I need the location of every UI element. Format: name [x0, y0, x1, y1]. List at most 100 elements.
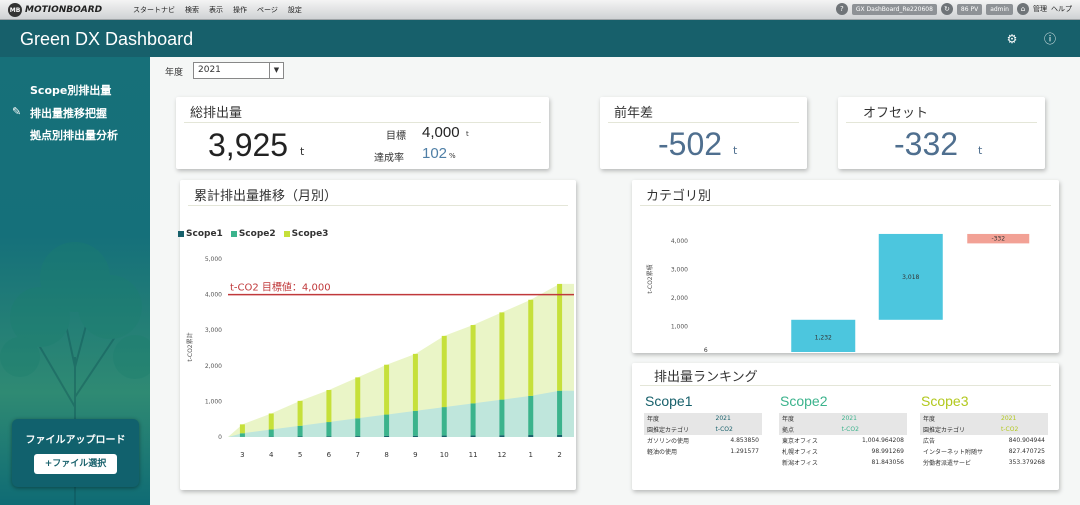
motionboard-logo: MB MOTIONBOARD — [8, 3, 102, 17]
prev-year-diff-card: 前年差 -502 t — [600, 97, 807, 169]
target-unit: t — [466, 130, 469, 138]
help-circle-icon[interactable]: ? — [835, 3, 848, 15]
bar-scope2 — [355, 418, 361, 437]
diff-value: -502 — [658, 126, 723, 162]
bar-scope3 — [499, 312, 505, 400]
year-select[interactable]: 2021 ▼ — [193, 62, 284, 79]
y-tick-label: 0 — [218, 434, 222, 441]
y-tick-label: 4,000 — [671, 238, 688, 245]
card-divider — [184, 122, 541, 123]
table-row: 労働者派遣サービ 353.379268 — [923, 459, 1045, 467]
data-label: 3,018 — [902, 274, 919, 281]
bar-scope1 — [557, 434, 563, 437]
data-label: -332 — [991, 236, 1005, 243]
bar-scope1 — [441, 435, 447, 437]
card-divider — [640, 205, 1051, 206]
bar-scope3 — [470, 325, 476, 404]
x-tick-label: 2 — [557, 451, 561, 459]
x-tick-label: 12 — [497, 451, 506, 459]
bar-scope1 — [528, 435, 534, 437]
gear-icon[interactable]: ⚙ — [1004, 31, 1020, 47]
scope1-table: 年度 2021 園推定カテゴリ t-CO2 ガソリンの使用 4.853850 軽油の使… — [644, 413, 762, 457]
legend-scope3: Scope3 — [283, 229, 328, 239]
cumulative-chart: 0 1,000 2,000 3,000 4,000 5,000 t-CO2累計 3 4 5 6 7 8 9… — [186, 256, 574, 459]
rate-label: 達成率 — [374, 153, 404, 164]
table-row: 広告 840.904944 — [923, 437, 1045, 445]
menu-start-navi[interactable]: スタートナビ — [133, 5, 175, 15]
legend-scope1: Scope1 — [178, 229, 223, 239]
y-axis-label: t-CO2累積 — [646, 264, 654, 293]
table-row: インターネット附随サ 827.470725 — [923, 448, 1045, 456]
y-tick-label: 1,000 — [205, 398, 222, 405]
bar-scope2 — [470, 403, 476, 436]
target-label: t-CO2 目標値：4,000 — [230, 281, 331, 294]
menu-operation[interactable]: 操作 — [233, 5, 247, 15]
y-tick-label: 2,000 — [671, 295, 688, 302]
y-tick-label: 5,000 — [205, 256, 222, 263]
bar-scope3 — [297, 400, 303, 426]
menu-settings[interactable]: 設定 — [288, 5, 302, 15]
table-row: 新潟オフィス 81.843056 — [782, 459, 904, 467]
category-title: カテゴリ別 — [646, 189, 712, 204]
table-row: ガソリンの使用 4.853850 — [647, 437, 759, 445]
offset-unit: t — [978, 144, 983, 157]
home-icon[interactable]: ⌂ — [1017, 3, 1029, 15]
ranking-title: 排出量ランキング — [654, 370, 758, 385]
main-content: 年度 2021 ▼ 総排出量 3,925 t 目標 4,000 t 達成率 10… — [150, 57, 1080, 505]
y-tick-label: 4,000 — [205, 292, 222, 299]
refresh-icon[interactable]: ↻ — [940, 3, 953, 15]
scope3-table: 年度 2021 園推定カテゴリ t-CO2 広告 840.904944 インターネット… — [920, 413, 1048, 468]
admin-link[interactable]: 管理 — [1033, 4, 1047, 14]
bar-scope2 — [326, 422, 332, 437]
offset-value: -332 — [894, 126, 959, 162]
x-tick-label: 7 — [356, 451, 360, 459]
target-value: 4,000 — [422, 124, 460, 141]
legend-scope2: Scope2 — [230, 229, 276, 239]
bar-scope3 — [355, 377, 361, 419]
x-tick-label: 9 — [413, 451, 417, 459]
table-row: 札幌オフィス 98.991269 — [782, 448, 904, 456]
upload-panel: ファイルアップロード +ファイル選択 — [12, 419, 139, 487]
menu-search[interactable]: 検索 — [185, 5, 199, 15]
bar-scope3 — [528, 299, 534, 396]
y-tick-label: 3,000 — [205, 327, 222, 334]
menu-page[interactable]: ページ — [257, 5, 278, 15]
menu-view[interactable]: 表示 — [209, 5, 223, 15]
card-divider — [188, 205, 568, 206]
total-title: 総排出量 — [190, 106, 243, 121]
pv-count: 86 PV — [956, 3, 983, 15]
bar-scope2 — [412, 410, 418, 436]
scope2-table: 年度 2021 拠点 t-CO2 東京オフィス 1,004.964208 札幌オフィス… — [779, 413, 907, 468]
logo-text: MOTIONBOARD — [25, 5, 103, 15]
chevron-down-icon[interactable]: ▼ — [269, 63, 283, 78]
ranking-card: 排出量ランキング Scope1 年度 2021 園推定カテゴリ t-CO2 ガソリン… — [632, 363, 1059, 490]
board-name[interactable]: GX DashBoard_Re220608 — [851, 3, 937, 15]
year-label: 年度 — [165, 68, 184, 78]
x-tick-label: 6 — [327, 451, 332, 459]
card-divider — [846, 122, 1037, 123]
sidebar-item-trend[interactable]: 排出量推移把握 — [30, 105, 107, 121]
bar-scope2 — [268, 429, 274, 437]
bar-scope1 — [384, 435, 390, 437]
y-tick-label: 2,000 — [205, 363, 222, 370]
bar-scope2 — [384, 414, 390, 436]
info-icon[interactable]: ⓘ — [1042, 31, 1058, 47]
chart-legend: Scope1 Scope2 Scope3 — [178, 229, 328, 239]
bar-scope3 — [412, 353, 418, 411]
file-select-button[interactable]: +ファイル選択 — [34, 454, 117, 474]
user-name[interactable]: admin — [986, 3, 1013, 15]
bar-scope3 — [441, 335, 447, 408]
bar-scope2 — [297, 425, 303, 437]
x-tick-label: 8 — [384, 451, 388, 459]
card-divider — [640, 385, 1051, 386]
y-tick-label: 1,000 — [671, 324, 688, 331]
sidebar-item-site[interactable]: 拠点別排出量分析 — [30, 127, 118, 143]
logo-badge: MB — [8, 3, 22, 17]
sidebar-item-scope[interactable]: Scope別排出量 — [30, 82, 111, 98]
scope2-heading: Scope2 — [780, 393, 828, 409]
help-link[interactable]: ヘルプ — [1051, 4, 1072, 14]
offset-card: オフセット -332 t — [838, 97, 1045, 169]
total-value: 3,925 — [208, 127, 289, 163]
x-tick-label: 11 — [469, 451, 478, 459]
table-row: 東京オフィス 1,004.964208 — [782, 437, 904, 445]
